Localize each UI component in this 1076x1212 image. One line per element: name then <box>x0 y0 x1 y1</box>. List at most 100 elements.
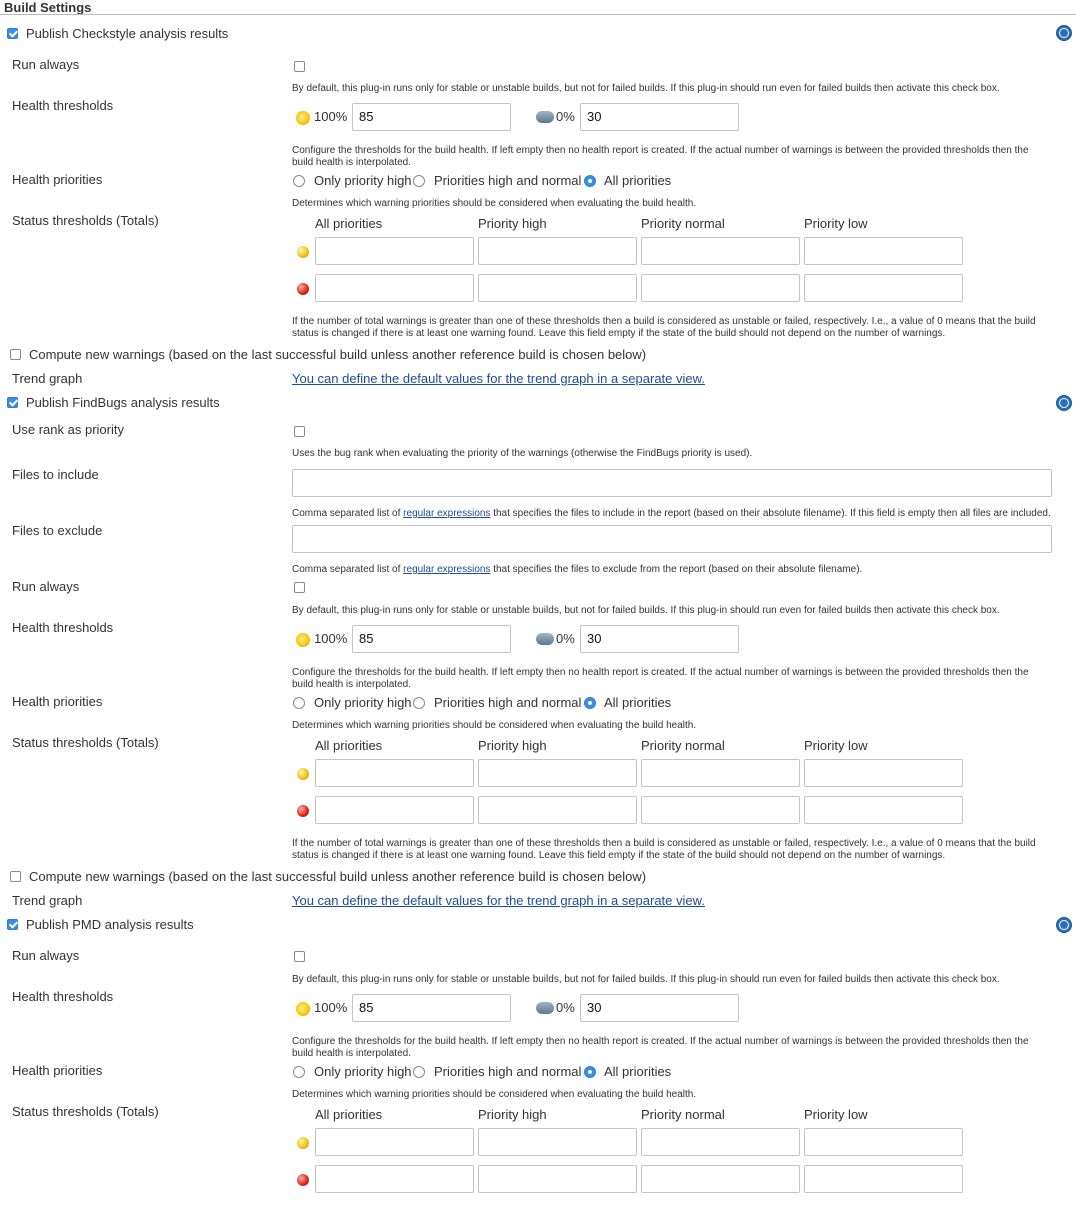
healthy-percent: 100% <box>314 109 348 124</box>
run-always-desc: By default, this plug-in runs only for s… <box>292 83 1000 94</box>
col-all-priorities: All priorities <box>315 738 383 753</box>
sunny-icon <box>296 1002 310 1016</box>
failed-ball-icon <box>297 1174 309 1186</box>
unstable-low-input[interactable] <box>804 759 963 787</box>
failed-high-input[interactable] <box>478 796 637 824</box>
high-normal-radio[interactable] <box>413 697 425 709</box>
unhealthy-percent: 0% <box>556 109 575 124</box>
unstable-low-input[interactable] <box>804 1128 963 1156</box>
unstable-normal-input[interactable] <box>641 1128 800 1156</box>
stormy-icon <box>536 633 554 645</box>
regex-link[interactable]: regular expressions <box>403 508 490 519</box>
healthy-threshold-input[interactable]: 85 <box>352 994 511 1022</box>
health-priorities-desc: Determines which warning priorities shou… <box>292 1089 697 1100</box>
regex-link[interactable]: regular expressions <box>403 564 490 575</box>
health-thresholds-label: Health thresholds <box>12 98 114 113</box>
files-include-input[interactable] <box>292 469 1052 497</box>
trend-graph-label: Trend graph <box>12 893 83 908</box>
status-desc-line-1: If the number of total warnings is great… <box>292 838 1036 849</box>
only-high-radio[interactable] <box>293 175 305 187</box>
high-normal-label: Priorities high and normal <box>434 173 582 188</box>
col-priority-normal: Priority normal <box>641 1107 725 1122</box>
col-all-priorities: All priorities <box>315 1107 383 1122</box>
run-always-checkbox[interactable] <box>294 61 305 72</box>
all-priorities-radio[interactable] <box>584 175 596 187</box>
status-desc-line-2: status is changed if there is at least o… <box>292 328 946 339</box>
failed-all-input[interactable] <box>315 796 474 824</box>
health-priorities-label: Health priorities <box>12 172 103 187</box>
only-high-radio[interactable] <box>293 1066 305 1078</box>
unhealthy-threshold-input[interactable]: 30 <box>580 994 739 1022</box>
only-high-label: Only priority high <box>314 173 412 188</box>
files-exclude-desc: Comma separated list of regular expressi… <box>292 564 862 576</box>
failed-high-input[interactable] <box>478 1165 637 1193</box>
comma-prefix: Comma separated list of <box>292 564 401 575</box>
all-priorities-label: All priorities <box>604 695 672 710</box>
files-exclude-label: Files to exclude <box>12 523 103 538</box>
health-desc-line-1: Configure the thresholds for the build h… <box>292 667 1029 678</box>
only-high-radio[interactable] <box>293 697 305 709</box>
all-priorities-radio[interactable] <box>584 697 596 709</box>
exclude-suffix: that specifies the files to exclude from… <box>493 564 863 575</box>
failed-all-input[interactable] <box>315 274 474 302</box>
checkstyle-help-icon[interactable] <box>1056 25 1072 41</box>
all-priorities-label: All priorities <box>604 173 672 188</box>
failed-normal-input[interactable] <box>641 796 800 824</box>
compute-new-label: Compute new warnings (based on the last … <box>29 347 647 362</box>
unstable-high-input[interactable] <box>478 759 637 787</box>
use-rank-label: Use rank as priority <box>12 422 124 437</box>
sunny-icon <box>296 111 310 125</box>
compute-new-label: Compute new warnings (based on the last … <box>29 869 647 884</box>
failed-high-input[interactable] <box>478 274 637 302</box>
high-normal-radio[interactable] <box>413 1066 425 1078</box>
files-exclude-input[interactable] <box>292 525 1052 553</box>
health-desc-line-2: build health is interpolated. <box>292 1048 411 1059</box>
run-always-checkbox[interactable] <box>294 582 305 593</box>
sunny-icon <box>296 633 310 647</box>
unstable-all-input[interactable] <box>315 1128 474 1156</box>
compute-new-checkbox[interactable] <box>10 871 21 882</box>
section-divider <box>0 14 1076 15</box>
run-always-checkbox[interactable] <box>294 951 305 962</box>
findbugs-checkbox[interactable] <box>7 397 18 408</box>
failed-low-input[interactable] <box>804 1165 963 1193</box>
unstable-normal-input[interactable] <box>641 237 800 265</box>
unstable-all-input[interactable] <box>315 237 474 265</box>
unhealthy-threshold-input[interactable]: 30 <box>580 625 739 653</box>
use-rank-desc: Uses the bug rank when evaluating the pr… <box>292 448 753 459</box>
compute-new-checkbox[interactable] <box>10 349 21 360</box>
unhealthy-percent: 0% <box>556 631 575 646</box>
failed-all-input[interactable] <box>315 1165 474 1193</box>
include-suffix: that specifies the files to include in t… <box>493 508 1051 519</box>
trend-graph-link[interactable]: You can define the default values for th… <box>292 371 705 386</box>
unhealthy-threshold-input[interactable]: 30 <box>580 103 739 131</box>
failed-low-input[interactable] <box>804 796 963 824</box>
health-thresholds-label: Health thresholds <box>12 989 114 1004</box>
all-priorities-radio[interactable] <box>584 1066 596 1078</box>
run-always-label: Run always <box>12 57 80 72</box>
failed-low-input[interactable] <box>804 274 963 302</box>
status-thresholds-label: Status thresholds (Totals) <box>12 1104 159 1119</box>
run-always-label: Run always <box>12 948 80 963</box>
unstable-ball-icon <box>297 246 309 258</box>
high-normal-radio[interactable] <box>413 175 425 187</box>
col-all-priorities: All priorities <box>315 216 383 231</box>
trend-graph-link[interactable]: You can define the default values for th… <box>292 893 705 908</box>
checkstyle-label: Publish Checkstyle analysis results <box>26 26 229 41</box>
unstable-high-input[interactable] <box>478 237 637 265</box>
files-include-desc: Comma separated list of regular expressi… <box>292 508 1051 520</box>
unstable-normal-input[interactable] <box>641 759 800 787</box>
failed-normal-input[interactable] <box>641 274 800 302</box>
pmd-help-icon[interactable] <box>1056 917 1072 933</box>
unstable-low-input[interactable] <box>804 237 963 265</box>
healthy-threshold-input[interactable]: 85 <box>352 625 511 653</box>
status-desc-line-1: If the number of total warnings is great… <box>292 316 1036 327</box>
use-rank-checkbox[interactable] <box>294 426 305 437</box>
pmd-checkbox[interactable] <box>7 919 18 930</box>
unstable-all-input[interactable] <box>315 759 474 787</box>
findbugs-help-icon[interactable] <box>1056 395 1072 411</box>
unstable-high-input[interactable] <box>478 1128 637 1156</box>
checkstyle-checkbox[interactable] <box>7 28 18 39</box>
failed-normal-input[interactable] <box>641 1165 800 1193</box>
healthy-threshold-input[interactable]: 85 <box>352 103 511 131</box>
